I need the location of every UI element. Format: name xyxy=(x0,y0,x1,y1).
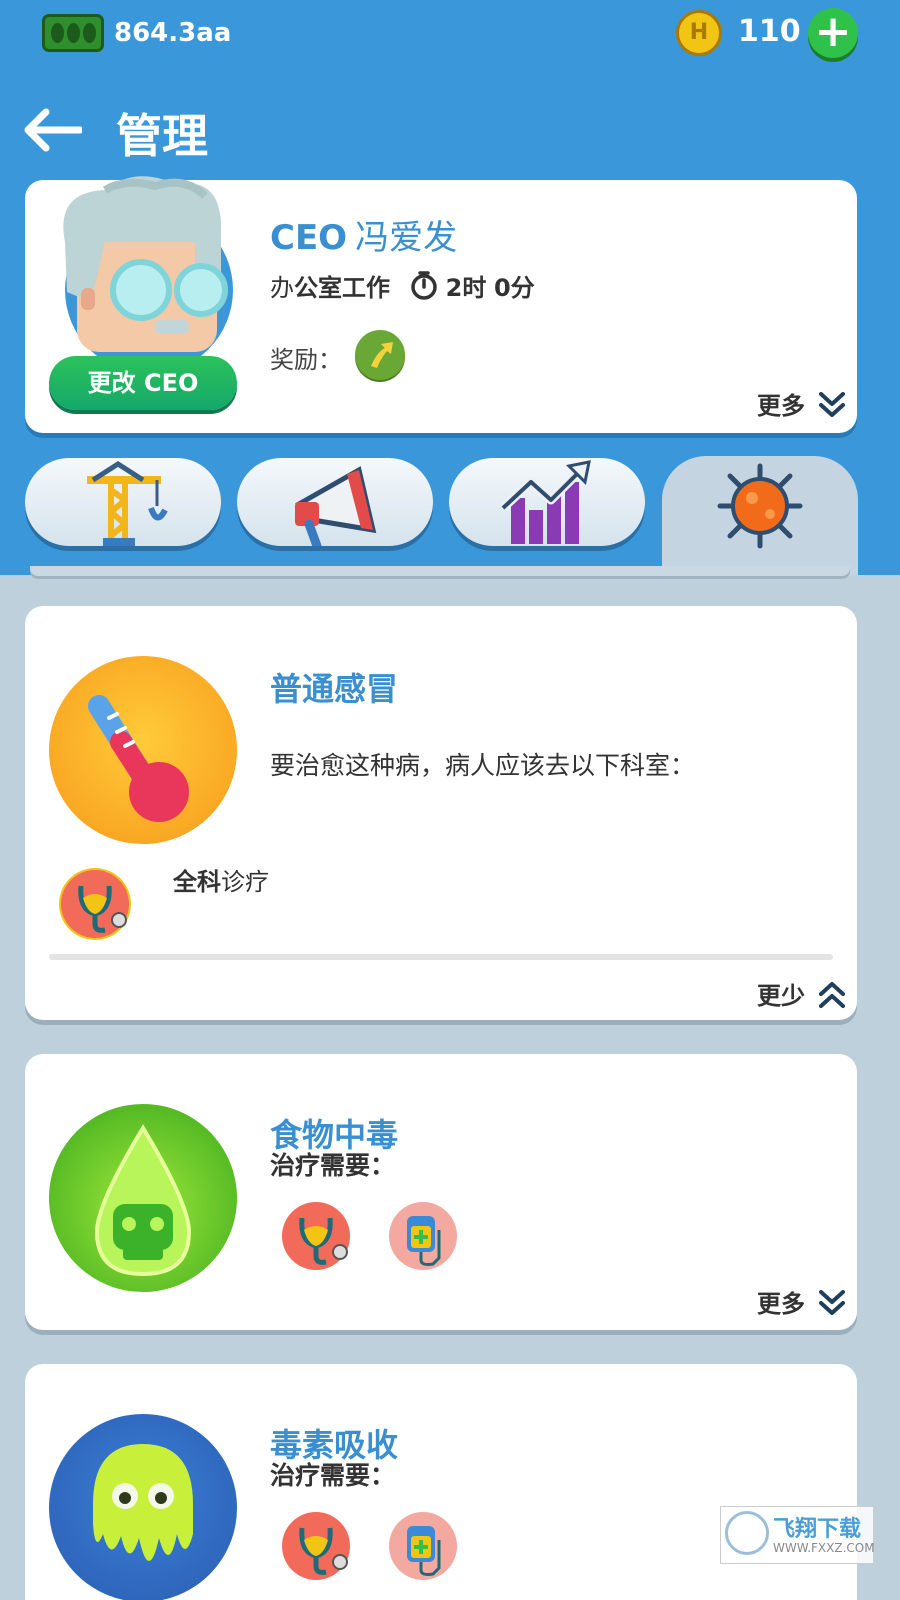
treatment-needs-label: 治疗需要： xyxy=(270,1151,396,1180)
more-label: 更多 xyxy=(757,392,805,420)
iv-drip-icon xyxy=(387,1200,459,1272)
watermark-url: WWW.FXXZ.COM xyxy=(773,1541,875,1555)
collapse-button[interactable]: 更少 xyxy=(757,976,847,1011)
more-label: 更多 xyxy=(757,1290,805,1318)
ceo-avatar xyxy=(63,176,233,362)
timer-icon xyxy=(410,271,437,300)
reward-label: 奖励： xyxy=(270,346,342,374)
expand-button[interactable]: 更多 xyxy=(757,1284,847,1319)
work-minutes: 0分 xyxy=(493,274,535,302)
change-ceo-button[interactable]: 更改 CEO xyxy=(49,356,237,410)
virus-icon xyxy=(717,463,803,549)
tab-marketing[interactable] xyxy=(237,458,433,546)
ceo-name-line: CEO 冯爱发 xyxy=(270,210,457,259)
reward-arrow-icon xyxy=(355,330,405,380)
iv-drip-icon xyxy=(387,1510,459,1582)
disease-title: 普通感冒 xyxy=(270,670,399,708)
chart-icon xyxy=(499,460,591,544)
back-arrow-icon[interactable] xyxy=(22,108,82,152)
less-label: 更少 xyxy=(757,982,805,1010)
ceo-prefix: CEO xyxy=(270,218,348,258)
ceo-work-line: 办公室工作 2时 0分 xyxy=(270,268,535,303)
watermark-text: 飞翔下载 xyxy=(773,1517,862,1542)
disease-card-common-cold[interactable]: 普通感冒 要治愈这种病，病人应该去以下科室： 全科诊疗 更少 xyxy=(25,606,857,1020)
room-label: 全科诊疗 xyxy=(173,862,269,897)
coin-amount: 110 xyxy=(738,14,801,49)
ceo-name: 冯爱发 xyxy=(355,218,458,258)
megaphone-icon xyxy=(295,466,377,546)
status-bar: 864.3aa H 110 + xyxy=(0,0,900,70)
slime-skull-icon xyxy=(49,1414,237,1600)
disease-card-food-poisoning[interactable]: 食物中毒 治疗需要： 更多 xyxy=(25,1054,857,1330)
double-chevron-down-icon xyxy=(819,392,846,417)
disease-description: 要治愈这种病，病人应该去以下科室： xyxy=(270,751,696,780)
disease-card-toxin[interactable]: 毒素吸收 治疗需要： xyxy=(25,1364,857,1600)
ceo-more-button[interactable]: 更多 xyxy=(757,386,847,421)
page-title: 管理 xyxy=(116,109,208,163)
room-label-bold: 全科 xyxy=(173,868,221,896)
cash-icon xyxy=(42,14,104,52)
work-hours: 2时 xyxy=(445,274,487,302)
thermometer-icon xyxy=(49,656,237,844)
ceo-card: 更改 CEO CEO 冯爱发 办公室工作 2时 0分 奖励： 更多 xyxy=(25,176,857,433)
watermark-logo-icon xyxy=(725,1511,769,1555)
double-chevron-down-icon xyxy=(819,1290,846,1315)
stethoscope-icon xyxy=(280,1200,352,1272)
add-coins-button[interactable]: + xyxy=(808,8,858,58)
treatment-needs-label: 治疗需要： xyxy=(270,1461,396,1490)
tab-diseases[interactable] xyxy=(662,456,858,576)
crane-icon xyxy=(87,461,168,546)
double-chevron-up-icon xyxy=(819,982,846,1008)
card-divider xyxy=(49,954,833,960)
work-prefix: 办 xyxy=(270,274,294,302)
tab-build[interactable] xyxy=(25,458,221,546)
list-top-edge xyxy=(30,566,850,576)
stethoscope-icon xyxy=(59,868,131,940)
stethoscope-icon xyxy=(280,1510,352,1582)
room-label-rest: 诊疗 xyxy=(221,868,269,896)
poison-drop-icon xyxy=(49,1104,237,1292)
tab-stats[interactable] xyxy=(449,458,645,546)
site-watermark: 飞翔下载 WWW.FXXZ.COM xyxy=(720,1506,875,1564)
coin-icon: H xyxy=(676,10,722,56)
work-location: 公室工作 xyxy=(294,274,390,302)
cash-amount: 864.3aa xyxy=(114,18,232,48)
